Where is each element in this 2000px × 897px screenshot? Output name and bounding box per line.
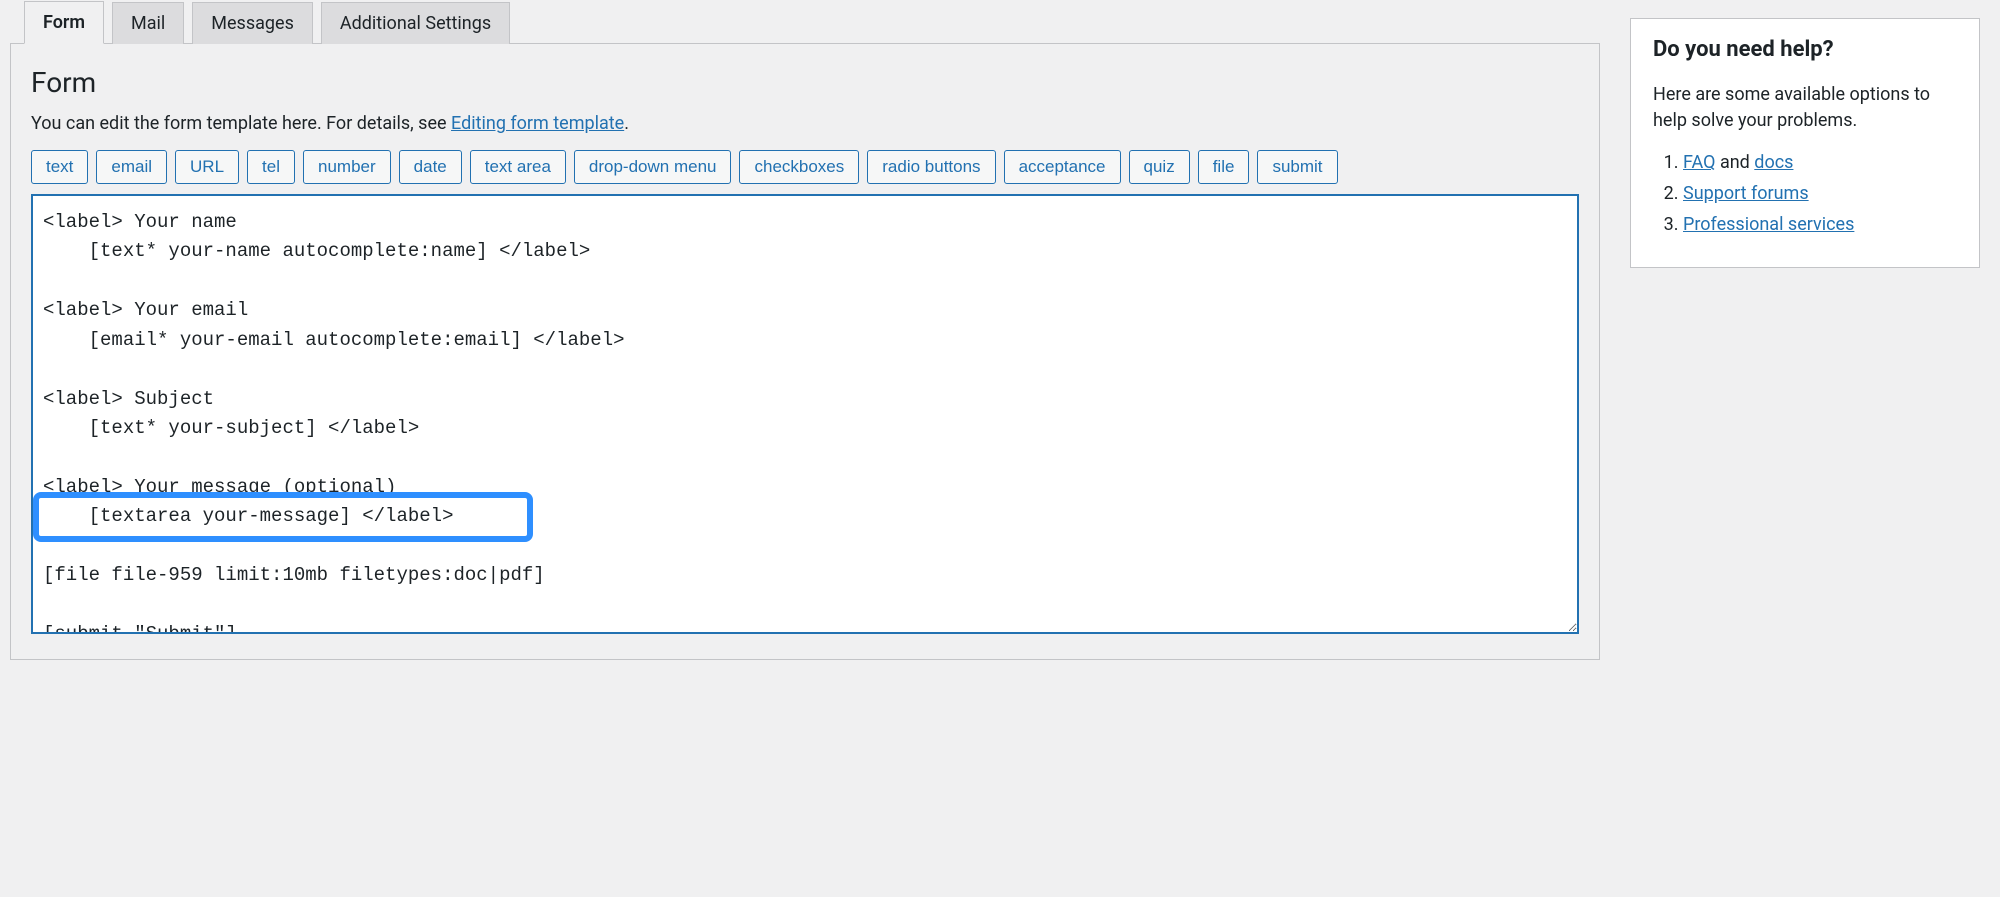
tag-button-date[interactable]: date: [399, 150, 462, 184]
panel-description: You can edit the form template here. For…: [31, 113, 1579, 134]
help-intro: Here are some available options to help …: [1653, 82, 1957, 134]
tag-button-acceptance[interactable]: acceptance: [1004, 150, 1121, 184]
tag-button-file[interactable]: file: [1198, 150, 1250, 184]
help-link[interactable]: docs: [1754, 152, 1793, 173]
tag-button-submit[interactable]: submit: [1257, 150, 1337, 184]
tag-button-drop-down-menu[interactable]: drop-down menu: [574, 150, 732, 184]
tag-button-tel[interactable]: tel: [247, 150, 295, 184]
tag-button-email[interactable]: email: [96, 150, 167, 184]
help-title: Do you need help?: [1653, 37, 1957, 62]
tab-form[interactable]: Form: [24, 1, 104, 44]
editing-template-link[interactable]: Editing form template: [451, 113, 624, 134]
help-item: FAQ and docs: [1683, 152, 1957, 173]
help-link[interactable]: Support forums: [1683, 183, 1809, 204]
tag-button-url[interactable]: URL: [175, 150, 239, 184]
help-item: Professional services: [1683, 214, 1957, 235]
help-link[interactable]: FAQ: [1683, 152, 1715, 173]
tag-button-checkboxes[interactable]: checkboxes: [739, 150, 859, 184]
editor-tabs: FormMailMessagesAdditional Settings: [24, 0, 1600, 43]
panel-heading: Form: [31, 66, 1579, 99]
tab-mail[interactable]: Mail: [112, 2, 184, 44]
help-sidebar: Do you need help? Here are some availabl…: [1630, 18, 1980, 268]
tag-button-radio-buttons[interactable]: radio buttons: [867, 150, 995, 184]
form-tag-buttons: textemailURLtelnumberdatetext areadrop-d…: [31, 150, 1579, 184]
form-template-textarea[interactable]: [31, 194, 1579, 634]
tag-button-number[interactable]: number: [303, 150, 391, 184]
tag-button-text[interactable]: text: [31, 150, 88, 184]
tab-additional-settings[interactable]: Additional Settings: [321, 2, 510, 44]
form-panel: Form You can edit the form template here…: [10, 43, 1600, 660]
help-options-list: FAQ and docs Support forums Professional s…: [1653, 152, 1957, 235]
tag-button-quiz[interactable]: quiz: [1129, 150, 1190, 184]
tab-messages[interactable]: Messages: [192, 2, 313, 44]
help-link[interactable]: Professional services: [1683, 214, 1854, 235]
help-item: Support forums: [1683, 183, 1957, 204]
tag-button-text-area[interactable]: text area: [470, 150, 566, 184]
